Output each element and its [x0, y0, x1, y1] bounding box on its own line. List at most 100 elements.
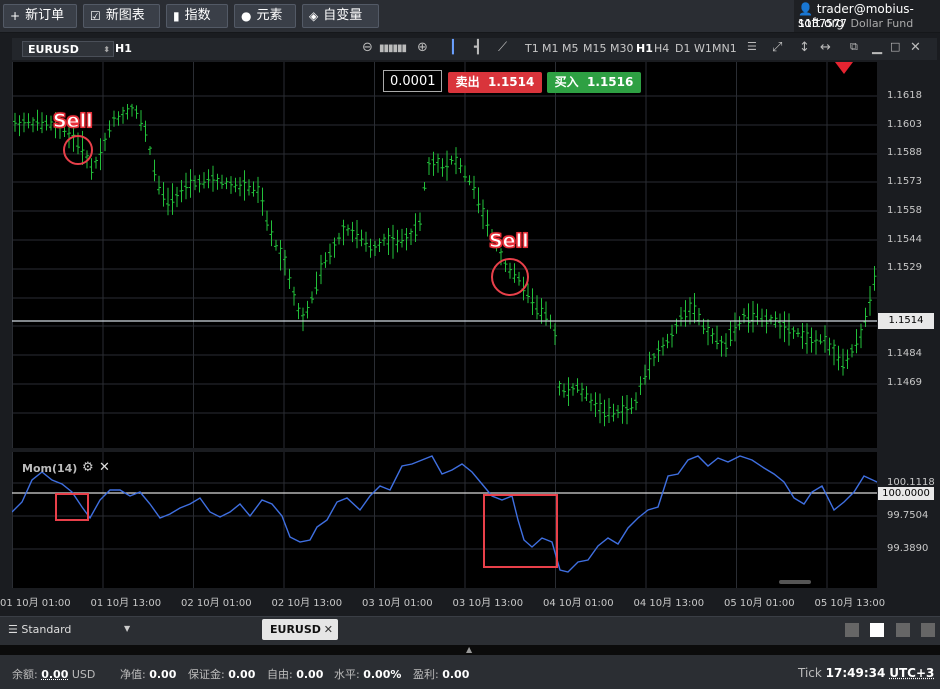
layout-columns-icon[interactable] — [896, 623, 910, 637]
sell-circle-1 — [63, 135, 93, 165]
sell-circle-2 — [491, 258, 529, 296]
time-tick-label: 05 10月 01:00 — [724, 598, 795, 609]
price-tick-label: 1.1603 — [887, 118, 922, 130]
maximize-icon[interactable]: □ — [890, 40, 900, 53]
timeframe-h1[interactable]: H1 — [636, 42, 653, 55]
vertical-line-icon[interactable]: ↕ — [799, 40, 810, 55]
price-bars — [13, 103, 877, 427]
server-time: Tick 17:49:34 UTC+3 — [798, 666, 935, 680]
time-tick-label: 05 10月 13:00 — [814, 598, 886, 609]
sell-annotation-1: Sell — [53, 110, 94, 133]
momentum-tick-label: 99.3890 — [887, 543, 929, 554]
close-tab-icon[interactable]: ✕ — [324, 619, 333, 640]
chevron-down-icon[interactable]: ▼ — [124, 624, 130, 633]
profit: 盈利: 0.00 — [413, 668, 470, 681]
margin-level: 水平: 0.00% — [334, 668, 402, 681]
price-tick-label: 1.1573 — [887, 176, 922, 188]
minimize-icon[interactable]: ▁ — [872, 40, 882, 55]
time-tick-label: 01 10月 13:00 — [90, 598, 162, 609]
status-bar: 余额: 0.00 USD 净值: 0.00 保证金: 0.00 自由: 0.00… — [0, 655, 940, 689]
variables-button[interactable]: ◈ 自变量 — [302, 4, 379, 28]
time-tick-label: 03 10月 13:00 — [452, 598, 524, 609]
panel-expand-icon[interactable]: ▲ — [466, 645, 472, 654]
timeframe-m30[interactable]: M30 — [610, 42, 634, 55]
plus-icon: + — [10, 9, 21, 23]
timeframe-mn1[interactable]: MN1 — [712, 42, 737, 55]
timeframe-t1[interactable]: T1 — [525, 42, 539, 55]
free-margin: 自由: 0.00 — [267, 668, 324, 681]
zoom-out-icon[interactable]: ⊖ — [362, 40, 373, 55]
layout-rows-icon[interactable] — [921, 623, 935, 637]
timeframe-w1[interactable]: W1 — [694, 42, 712, 55]
tab-eurusd[interactable]: EURUSD ✕ — [262, 619, 338, 640]
crosshair-icon[interactable]: ⤢ — [772, 40, 782, 55]
layout-single-icon[interactable] — [845, 623, 859, 637]
user-icon: 👤 — [798, 2, 813, 16]
zoom-slider[interactable]: ▮▮▮▮▮▮ — [379, 43, 407, 54]
bar-chart-type-icon[interactable]: ┃ — [449, 40, 457, 55]
price-tick-label: 1.1544 — [887, 233, 922, 245]
timeframe-m15[interactable]: M15 — [583, 42, 607, 55]
account-fund: Dollar Fund — [850, 17, 914, 30]
momentum-box-1 — [55, 493, 89, 521]
chart-toolbar: EURUSD ⬍ H1 ⊖ ▮▮▮▮▮▮ ⊕ ┃ ┫ ⟋ T1 M1 M5 M15 M3… — [12, 38, 937, 60]
price-tick-label: 1.1529 — [887, 262, 922, 274]
momentum-axis: 100.1118 99.7504 99.3890 100.0000 — [877, 452, 937, 588]
shapes-icon: ● — [241, 9, 252, 23]
time-axis: 01 10月 01:00 01 10月 13:00 02 10月 01:00 02 1… — [0, 588, 885, 612]
menu-icon: ☰ — [8, 623, 18, 636]
updown-icon: ⬍ — [103, 45, 110, 54]
momentum-tick-label: 99.7504 — [887, 510, 929, 521]
price-chart[interactable] — [12, 62, 877, 448]
elements-button[interactable]: ● 元素 — [234, 4, 296, 28]
top-toolbar: + 新订单 ☑ 新图表 ▮ 指数 ● 元素 ◈ 自变量 👤 trader@mob… — [0, 0, 940, 33]
price-tick-label: 1.1588 — [887, 147, 922, 159]
diamond-icon: ◈ — [309, 9, 319, 23]
current-price-label: 1.1514 — [878, 313, 934, 329]
sell-price: 1.1514 — [488, 75, 535, 89]
close-icon[interactable]: ✕ — [99, 460, 110, 475]
timeframe-h4[interactable]: H4 — [654, 42, 669, 55]
lot-size-input[interactable]: 0.0001 — [383, 70, 442, 92]
symbol-select[interactable]: EURUSD ⬍ — [22, 41, 114, 57]
balance: 余额: 0.00 USD — [12, 668, 96, 681]
time-tick-label: 01 10月 01:00 — [0, 598, 71, 609]
detach-icon[interactable]: ⧉ — [850, 40, 858, 54]
price-axis: 1.1618 1.1603 1.1588 1.1573 1.1558 1.1544 1.15… — [877, 62, 937, 448]
timezone-select[interactable]: UTC+3 — [889, 666, 934, 680]
layout-select[interactable]: ☰ Standard — [8, 623, 71, 636]
price-grid — [12, 62, 877, 448]
new-chart-button[interactable]: ☑ 新图表 — [83, 4, 160, 28]
sell-button[interactable]: 卖出 1.1514 — [448, 72, 542, 93]
line-chart-icon[interactable]: ⟋ — [498, 40, 507, 55]
chart-settings-icon[interactable]: ☰ — [747, 40, 757, 53]
close-chart-icon[interactable]: ✕ — [910, 40, 921, 55]
horizontal-line-icon[interactable]: ↔ — [820, 40, 831, 55]
momentum-chart[interactable] — [12, 452, 877, 588]
horizontal-scrollbar[interactable] — [779, 580, 811, 584]
equity: 净值: 0.00 — [120, 668, 177, 681]
account-info[interactable]: 👤 trader@mobius-soft.org 1137577 Dollar … — [794, 0, 940, 32]
indicators-button[interactable]: ▮ 指数 — [166, 4, 228, 28]
current-momentum-label: 100.0000 — [878, 487, 934, 500]
gear-icon[interactable]: ⚙ — [82, 460, 94, 475]
time-tick-label: 04 10月 13:00 — [633, 598, 705, 609]
chart-timeframe-label: H1 — [115, 42, 132, 55]
momentum-box-2 — [483, 494, 558, 568]
price-tick-label: 1.1618 — [887, 90, 922, 101]
time-tick-label: 02 10月 13:00 — [271, 598, 343, 609]
timeframe-d1[interactable]: D1 — [675, 42, 690, 55]
tab-bar — [0, 616, 940, 645]
candlestick-icon[interactable]: ┫ — [474, 40, 482, 55]
buy-button[interactable]: 买入 1.1516 — [547, 72, 641, 93]
layout-grid-icon[interactable] — [870, 623, 884, 637]
account-number: 1137577 — [798, 17, 847, 30]
zoom-in-icon[interactable]: ⊕ — [417, 40, 428, 55]
buy-price: 1.1516 — [587, 75, 634, 89]
price-alert-marker[interactable] — [835, 62, 853, 74]
timeframe-m1[interactable]: M1 — [542, 42, 559, 55]
new-order-button[interactable]: + 新订单 — [3, 4, 77, 28]
sell-annotation-2: Sell — [489, 230, 530, 253]
price-tick-label: 1.1469 — [887, 377, 922, 388]
timeframe-m5[interactable]: M5 — [562, 42, 579, 55]
